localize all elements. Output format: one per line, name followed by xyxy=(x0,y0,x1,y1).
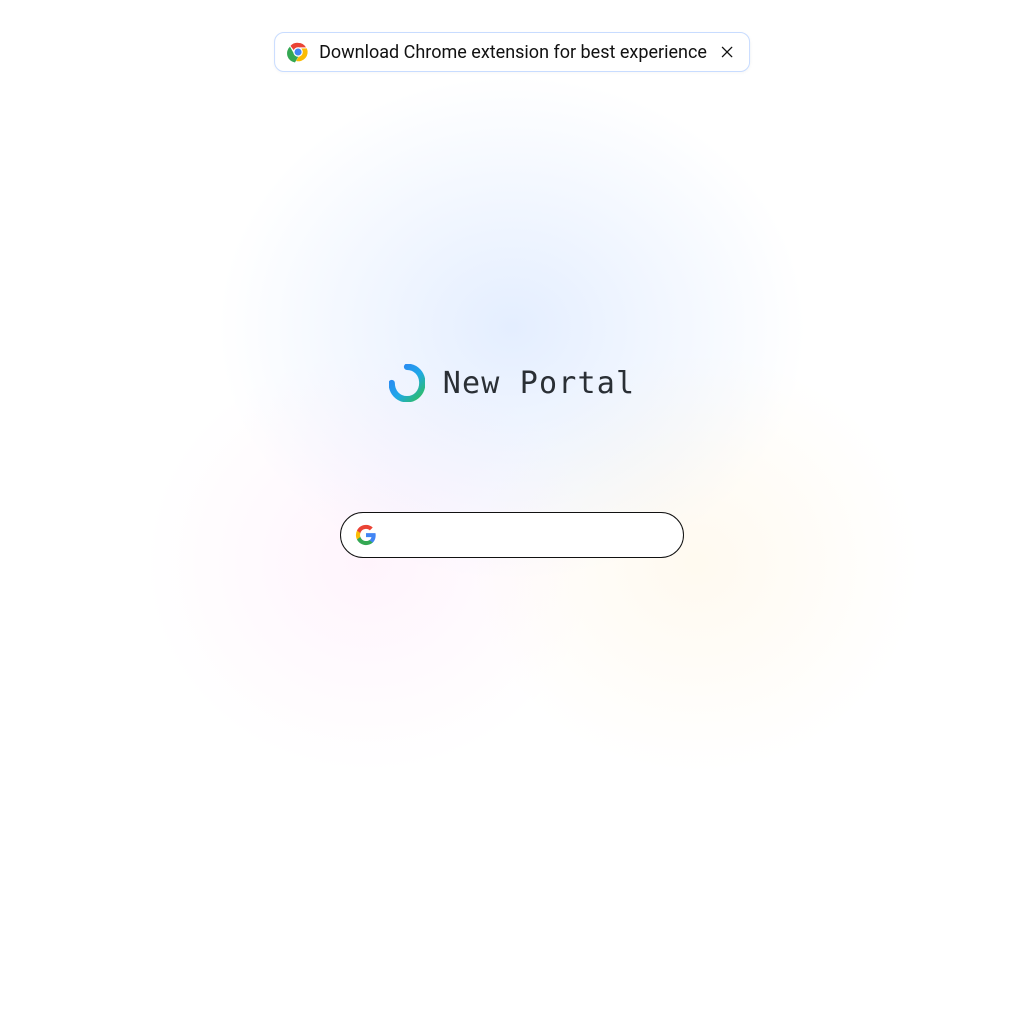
banner-text: Download Chrome extension for best exper… xyxy=(319,42,707,63)
title-row: New Portal xyxy=(0,364,1024,402)
extension-banner[interactable]: Download Chrome extension for best exper… xyxy=(274,32,750,72)
page-title: New Portal xyxy=(443,366,636,401)
chrome-icon xyxy=(287,41,309,63)
close-icon[interactable] xyxy=(717,42,737,62)
search-input[interactable] xyxy=(389,525,669,545)
search-bar[interactable] xyxy=(340,512,684,558)
portal-logo-icon xyxy=(389,364,425,402)
google-icon xyxy=(355,524,377,546)
